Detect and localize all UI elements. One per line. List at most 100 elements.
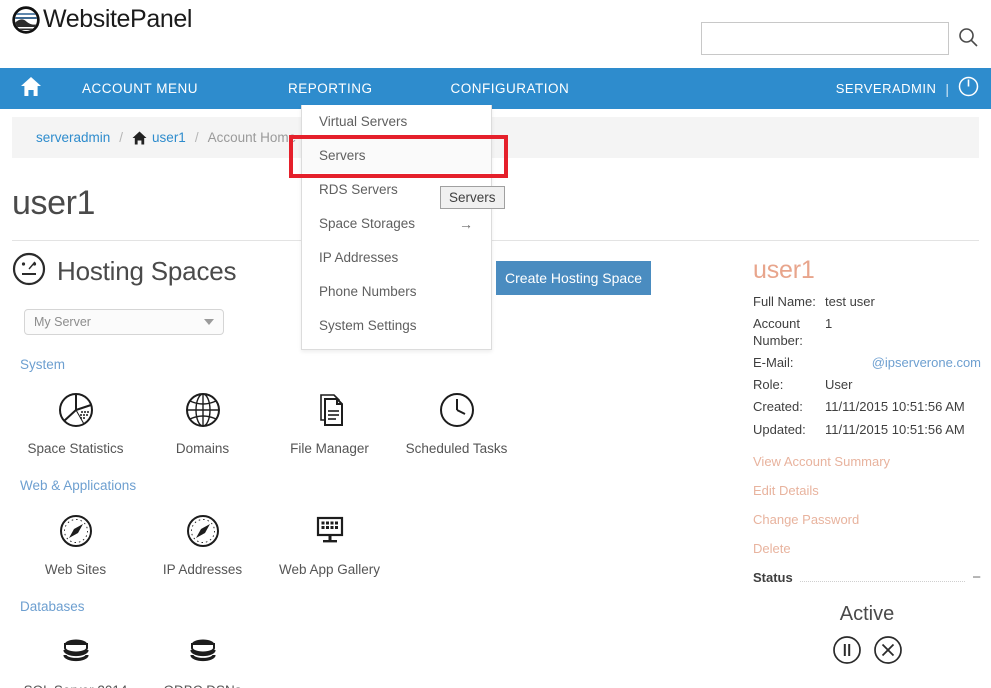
cancel-circle-icon[interactable] <box>873 635 903 665</box>
tile-caption: Domains <box>175 441 230 456</box>
email-link[interactable]: @ipserverone.com <box>872 355 981 371</box>
group-label-web-applications: Web & Applications <box>20 478 137 493</box>
tile-odbc-dsns[interactable]: ODBC DSNs <box>139 618 266 688</box>
breadcrumb-user[interactable]: user1 <box>152 130 186 145</box>
power-icon <box>958 76 979 102</box>
tile-sql-server[interactable]: SQL Server 2014 <box>12 618 139 688</box>
tile-web-sites[interactable]: Web Sites <box>12 497 139 577</box>
field-value: 11/11/2015 10:51:56 AM <box>825 421 965 437</box>
menu-item-label: Servers <box>319 148 366 163</box>
breadcrumb-separator-2: / <box>194 130 199 145</box>
link-change-password[interactable]: Change Password <box>753 512 981 527</box>
pie-chart-icon <box>12 388 139 432</box>
tile-caption: IP Addresses <box>162 562 243 577</box>
nav-home-button[interactable] <box>0 68 62 109</box>
field-value: 11/11/2015 10:51:56 AM <box>825 399 965 415</box>
tile-file-manager[interactable]: File Manager <box>266 376 393 456</box>
monitor-icon <box>266 509 393 553</box>
field-label: E-Mail: <box>753 354 794 370</box>
search-button[interactable] <box>957 28 979 50</box>
servers-tooltip: Servers <box>440 186 505 209</box>
nav-separator: | <box>945 80 949 97</box>
server-select-value: My Server <box>34 315 91 329</box>
tile-caption: SQL Server 2014 <box>12 683 139 688</box>
nav-current-user[interactable]: SERVERADMIN <box>836 81 937 96</box>
server-select[interactable]: My Server <box>24 309 224 335</box>
tile-scheduled-tasks[interactable]: Scheduled Tasks <box>393 376 520 456</box>
link-edit-details[interactable]: Edit Details <box>753 483 981 498</box>
sidebar-field-account-number: Account Number: 1 <box>753 316 981 349</box>
brand-logo[interactable]: WebsitePanel <box>12 5 192 34</box>
tile-ip-addresses[interactable]: IP Addresses <box>139 497 266 577</box>
gauge-icon <box>12 252 46 291</box>
compass-icon <box>139 509 266 553</box>
sidebar-field-role: Role: User <box>753 377 981 393</box>
breadcrumb-current: Account Home <box>207 130 297 145</box>
nav-item-reporting[interactable]: REPORTING <box>271 68 390 109</box>
link-view-account-summary[interactable]: View Account Summary <box>753 454 981 469</box>
globe-disc-logo-icon <box>12 5 40 34</box>
globe-icon <box>139 388 266 432</box>
database-icon <box>139 630 266 674</box>
search-area <box>701 22 979 55</box>
menu-item-label: IP Addresses <box>319 250 399 265</box>
menu-item-label: Space Storages <box>319 216 416 231</box>
menu-item-label: Virtual Servers <box>319 114 408 129</box>
field-label: Account Number: <box>753 316 803 348</box>
sidebar-field-created: Created: 11/11/2015 10:51:56 AM <box>753 399 981 415</box>
link-delete[interactable]: Delete <box>753 541 981 556</box>
status-body: Active <box>753 603 981 665</box>
tile-space-statistics[interactable]: Space Statistics <box>12 376 139 456</box>
menu-item-label: System Settings <box>319 318 417 333</box>
menu-item-servers[interactable]: Servers <box>302 139 491 173</box>
tile-grid-web-applications: Web Sites IP Addresses Web App Gallery <box>12 497 712 577</box>
group-label-system: System <box>20 357 66 372</box>
field-label: Updated: <box>753 421 806 437</box>
compass-icon <box>12 509 139 553</box>
menu-item-virtual-servers[interactable]: Virtual Servers <box>302 105 491 139</box>
menu-item-label: Phone Numbers <box>319 284 417 299</box>
menu-item-phone-numbers[interactable]: Phone Numbers <box>302 275 491 309</box>
clock-icon <box>393 388 520 432</box>
field-value: 1 <box>825 316 833 332</box>
group-label-databases: Databases <box>20 599 85 614</box>
tile-caption: Scheduled Tasks <box>405 441 508 456</box>
status-badge: Active <box>839 602 895 625</box>
create-hosting-space-button[interactable]: Create Hosting Space <box>496 261 651 295</box>
breadcrumb-root[interactable]: serveradmin <box>36 130 110 145</box>
main-navbar: ACCOUNT MENU REPORTING CONFIGURATION SER… <box>0 68 991 109</box>
tile-caption: File Manager <box>290 441 369 456</box>
status-action-buttons <box>753 635 981 665</box>
sidebar-title: user1 <box>753 256 815 284</box>
sidebar-field-email: E-Mail: @ipserverone.com <box>753 355 981 371</box>
field-label: Full Name: <box>753 294 816 309</box>
status-dotted-rule <box>799 573 966 582</box>
documents-icon <box>266 388 393 432</box>
logout-button[interactable] <box>958 76 979 102</box>
menu-item-space-storages[interactable]: Space Storages → <box>302 207 491 241</box>
tile-caption: Space Statistics <box>27 441 124 456</box>
collapse-icon[interactable]: − <box>972 570 981 585</box>
sidebar-action-links: View Account Summary Edit Details Change… <box>753 454 981 556</box>
submenu-arrow-icon: → <box>459 216 473 232</box>
search-input[interactable] <box>701 22 949 55</box>
breadcrumb: serveradmin / user1 / Account Home <box>12 117 979 158</box>
status-label: Status <box>753 569 793 585</box>
nav-item-account-menu[interactable]: ACCOUNT MENU <box>65 68 215 109</box>
field-value: User <box>825 377 853 392</box>
tile-web-app-gallery[interactable]: Web App Gallery <box>266 497 393 577</box>
sidebar-field-updated: Updated: 11/11/2015 10:51:56 AM <box>753 422 981 438</box>
sidebar-field-full-name: Full Name: test user <box>753 294 981 310</box>
menu-item-ip-addresses[interactable]: IP Addresses <box>302 241 491 275</box>
tile-domains[interactable]: Domains <box>139 376 266 456</box>
title-divider <box>12 240 979 241</box>
pause-circle-icon[interactable] <box>832 635 862 665</box>
status-section-header: Status − <box>753 570 981 585</box>
menu-item-system-settings[interactable]: System Settings <box>302 309 491 343</box>
configuration-dropdown-menu: Virtual Servers Servers RDS Servers Spac… <box>301 105 492 350</box>
account-summary-sidebar: user1 Full Name: test user Account Numbe… <box>753 256 981 665</box>
app-root: WebsitePanel ACCOUNT MENU REPORTING CONF… <box>0 0 991 688</box>
tile-caption: ODBC DSNs <box>139 683 266 688</box>
nav-right-group: SERVERADMIN | <box>836 68 979 109</box>
nav-item-configuration[interactable]: CONFIGURATION <box>434 68 587 109</box>
